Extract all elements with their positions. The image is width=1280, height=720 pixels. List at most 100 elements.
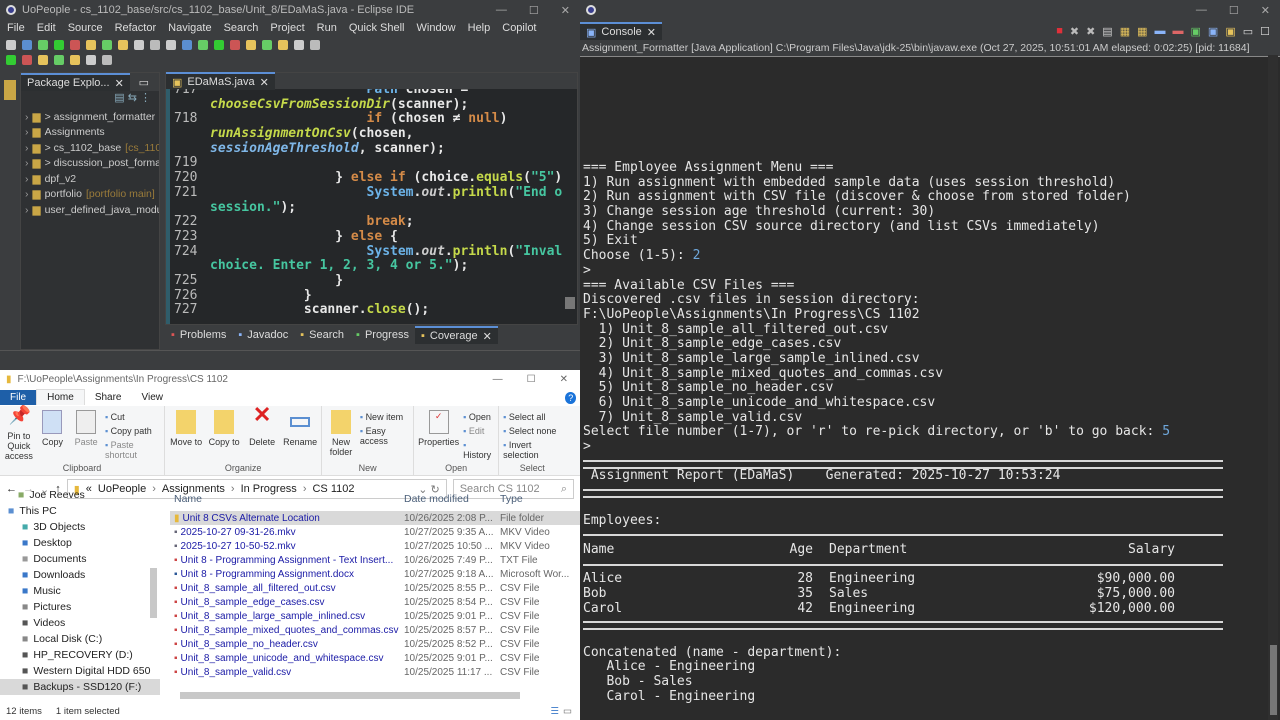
file-row[interactable]: ▪ 2025-10-27 09-31-26.mkv 10/27/2025 9:35 …: [170, 525, 580, 539]
clear-console-icon[interactable]: ▤: [1102, 25, 1112, 38]
terminate-icon[interactable]: ■: [1056, 25, 1063, 38]
tab-edamas-java[interactable]: ▣ EDaMaS.java ✕: [166, 72, 275, 90]
menu-run[interactable]: Run: [317, 22, 337, 35]
tree-item[interactable]: ›▆> cs_1102_base[cs_1102_b: [21, 140, 159, 156]
chevron-right-icon[interactable]: ›: [25, 157, 29, 169]
nav-item[interactable]: ■ Music: [0, 583, 160, 599]
toolbar-icon[interactable]: [310, 39, 320, 50]
toolbar-icon[interactable]: [294, 39, 304, 50]
tree-item[interactable]: › ▆ dpf_v2: [21, 171, 159, 187]
menu-project[interactable]: Project: [270, 22, 304, 35]
file-row[interactable]: ▪ Unit_8_sample_large_sample_inlined.csv 1…: [170, 609, 580, 623]
link-editor-icon[interactable]: ⇆: [128, 92, 137, 104]
toolbar-icon[interactable]: [278, 39, 288, 50]
tab-javadoc[interactable]: ▪ Javadoc: [232, 326, 294, 344]
tab-problems[interactable]: ▪ Problems: [165, 326, 232, 344]
maximize-button[interactable]: ☐: [1229, 4, 1239, 17]
ribbon-tab-file[interactable]: File: [0, 389, 37, 405]
toolbar-icon[interactable]: [150, 39, 160, 50]
toolbar-icon[interactable]: [6, 39, 16, 50]
ribbon-tab-home[interactable]: Home: [36, 389, 85, 405]
toolbar-icon[interactable]: [134, 39, 144, 50]
console-scrollbar[interactable]: [1268, 55, 1278, 720]
edit-button[interactable]: Edit: [463, 426, 494, 436]
toolbar-icon[interactable]: [6, 54, 16, 65]
chevron-right-icon[interactable]: ›: [25, 142, 29, 154]
toolbar-icon[interactable]: [54, 39, 64, 50]
select-none-button[interactable]: Select none: [503, 426, 561, 436]
file-row[interactable]: ▪ Unit 8 - Programming Assignment.docx 10/…: [170, 567, 580, 581]
menu-copilot[interactable]: Copilot: [502, 22, 536, 35]
close-icon[interactable]: ✕: [115, 77, 124, 90]
close-button[interactable]: ✕: [561, 4, 570, 17]
minimize-button[interactable]: —: [1196, 4, 1207, 17]
nav-item[interactable]: ■ Videos: [0, 615, 160, 631]
tab-progress[interactable]: ▪ Progress: [350, 326, 415, 344]
help-icon[interactable]: ?: [565, 392, 576, 404]
view-menu-icon[interactable]: ⋮: [140, 92, 151, 104]
chevron-right-icon[interactable]: ›: [25, 126, 29, 138]
details-view-icon[interactable]: ☰: [550, 706, 559, 717]
console-output[interactable]: === Employee Assignment Menu === 1) Run a…: [583, 160, 1223, 704]
nav-item[interactable]: ■ Documents: [0, 551, 160, 567]
tree-item[interactable]: › ▆ user_defined_java_module: [21, 202, 159, 218]
menu-refactor[interactable]: Refactor: [115, 22, 157, 35]
delete-button[interactable]: ✕ Delete: [245, 404, 279, 461]
close-button[interactable]: ✕: [1261, 4, 1270, 17]
tree-item[interactable]: ›▆> assignment_formatter[a: [21, 109, 159, 125]
tab-coverage[interactable]: ▪ Coverage ✕: [414, 326, 498, 344]
pin-button[interactable]: 📌 Pin to Quick access: [4, 406, 34, 461]
toolbar-icon[interactable]: [246, 39, 256, 50]
close-button[interactable]: ✕: [560, 374, 568, 385]
tree-item[interactable]: › ▆ Assignments: [21, 125, 159, 141]
toolbar-icon[interactable]: [22, 39, 32, 50]
show-on-error-icon[interactable]: ▬: [1173, 25, 1184, 38]
display-console-icon[interactable]: ▣: [1208, 25, 1218, 38]
toolbar-icon[interactable]: [182, 39, 192, 50]
history-button[interactable]: History: [463, 440, 494, 460]
file-row[interactable]: ▮ Unit 8 CSVs Alternate Location 10/26/202…: [170, 511, 580, 525]
editor-scrollbar[interactable]: [565, 297, 575, 309]
maximize-button[interactable]: ☐: [527, 374, 536, 385]
tree-item[interactable]: ›▆> discussion_post_formatte: [21, 156, 159, 172]
code-editor[interactable]: ▣ EDaMaS.java ✕ 717 Path chosen = chooseCsv…: [165, 72, 578, 325]
close-icon[interactable]: ✕: [483, 330, 492, 343]
file-row[interactable]: ▪ Unit_8_sample_valid.csv 10/25/2025 11:17…: [170, 665, 580, 679]
menu-source[interactable]: Source: [68, 22, 103, 35]
new-item-button[interactable]: New item: [360, 412, 409, 422]
chevron-right-icon[interactable]: ›: [25, 188, 29, 200]
file-row[interactable]: ▪ Unit 8 - Programming Assignment - Text …: [170, 553, 580, 567]
cut-button[interactable]: Cut: [105, 412, 160, 422]
new-console-icon[interactable]: ▣: [1225, 25, 1235, 38]
file-row[interactable]: ▪ Unit_8_sample_mixed_quotes_and_commas.c…: [170, 623, 580, 637]
chevron-right-icon[interactable]: ›: [25, 173, 29, 185]
toolbar-icon[interactable]: [166, 39, 176, 50]
file-row[interactable]: ▪ Unit_8_sample_unicode_and_whitespace.cs…: [170, 651, 580, 665]
menu-navigate[interactable]: Navigate: [168, 22, 211, 35]
easy-access-button[interactable]: Easy access: [360, 426, 409, 446]
remove-all-icon[interactable]: ✖: [1086, 25, 1095, 38]
nav-item[interactable]: ■ This PC: [0, 503, 160, 519]
toolbar-icon[interactable]: [54, 54, 64, 65]
close-icon[interactable]: ✕: [647, 26, 656, 39]
show-on-output-icon[interactable]: ▬: [1155, 25, 1166, 38]
minimize-button[interactable]: —: [496, 4, 507, 17]
open-button[interactable]: Open: [463, 412, 494, 422]
nav-item[interactable]: ■ HP_RECOVERY (D:): [0, 647, 160, 663]
menu-edit[interactable]: Edit: [37, 22, 56, 35]
remove-launch-icon[interactable]: ✖: [1070, 25, 1079, 38]
nav-item[interactable]: ■ Downloads: [0, 567, 160, 583]
toolbar-icon[interactable]: [70, 39, 80, 50]
maximize-button[interactable]: ☐: [529, 4, 539, 17]
maximize-view-icon[interactable]: ☐: [1260, 25, 1270, 38]
rename-button[interactable]: Rename: [283, 410, 317, 461]
move-to-button[interactable]: Move to: [169, 410, 203, 461]
minimize-view-icon[interactable]: ▭: [1243, 25, 1253, 38]
menu-help[interactable]: Help: [468, 22, 491, 35]
file-row[interactable]: ▪ Unit_8_sample_edge_cases.csv 10/25/2025 …: [170, 595, 580, 609]
scroll-lock-icon[interactable]: ▦: [1120, 25, 1130, 38]
nav-item[interactable]: ■ Joe Reeves: [0, 487, 160, 503]
ribbon-tab-share[interactable]: Share: [85, 390, 132, 405]
menu-quick-shell[interactable]: Quick Shell: [349, 22, 405, 35]
toolbar-icon[interactable]: [22, 54, 32, 65]
